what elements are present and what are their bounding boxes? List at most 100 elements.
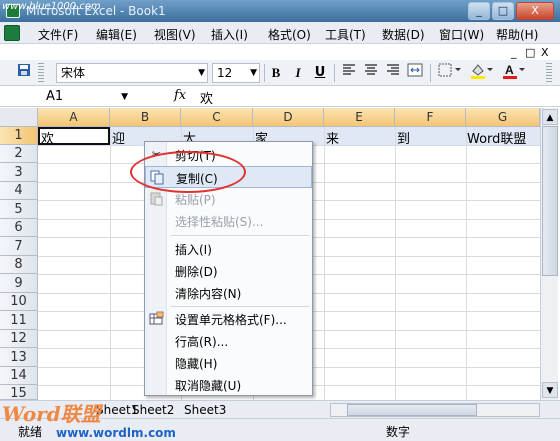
vertical-scrollbar[interactable]: ▲ ▼ (540, 108, 558, 400)
menu-help[interactable]: 帮助(H) (496, 26, 538, 43)
toolbar-divider (430, 64, 431, 82)
chevron-down-icon: ▼ (198, 68, 205, 78)
menu-item-delete[interactable]: 删除(D) (145, 260, 312, 282)
borders-icon[interactable] (436, 63, 464, 83)
column-header-g[interactable]: G (466, 108, 540, 127)
italic-button[interactable]: I (288, 63, 308, 83)
tab-sheet2[interactable]: Sheet2 (132, 403, 174, 417)
doc-restore-button[interactable]: □ (525, 46, 535, 59)
status-mode: 数字 (386, 425, 411, 439)
menu-data[interactable]: 数据(D) (382, 26, 425, 43)
chevron-down-icon: ▼ (250, 68, 257, 78)
menu-tools[interactable]: 工具(T) (325, 26, 366, 43)
scroll-up-icon[interactable]: ▲ (542, 109, 558, 125)
toolbar-divider (334, 64, 335, 82)
horizontal-scrollbar[interactable] (330, 403, 540, 417)
select-all-corner[interactable] (0, 108, 38, 127)
name-box[interactable]: A1 ▼ (36, 88, 132, 106)
menu-item-unhide[interactable]: 取消隐藏(U) (145, 374, 312, 396)
menu-item-format-cells[interactable]: 设置单元格格式(F)... (145, 308, 312, 330)
toolbar-divider (264, 64, 265, 82)
font-name-value: 宋体 (61, 66, 86, 80)
menu-item-row-height[interactable]: 行高(R)... (145, 330, 312, 352)
close-button[interactable]: X (516, 2, 554, 20)
name-box-value: A1 (46, 89, 64, 104)
row-header-2[interactable]: 2 (0, 145, 38, 163)
formatting-toolbar: 宋体 ▼ 12 ▼ B I U A (0, 60, 560, 86)
menu-window[interactable]: 窗口(W) (439, 26, 484, 43)
horizontal-scroll-thumb[interactable] (347, 404, 477, 416)
menu-item-label: 粘贴(P) (175, 193, 216, 207)
menu-item-hide[interactable]: 隐藏(H) (145, 352, 312, 374)
cell-g1[interactable]: Word联盟 (467, 128, 526, 147)
menu-item-paste-special[interactable]: 选择性粘贴(S)... (145, 210, 312, 232)
font-size-select[interactable]: 12 ▼ (212, 63, 260, 83)
merge-center-icon[interactable] (406, 63, 424, 83)
chevron-down-icon: ▼ (121, 92, 128, 102)
column-header-a[interactable]: A (38, 108, 110, 127)
toolbar-grip[interactable] (38, 63, 44, 83)
menu-item-label: 行高(R)... (175, 335, 229, 349)
formula-input[interactable]: 欢 (200, 88, 213, 107)
font-size-value: 12 (217, 66, 233, 80)
column-header-e[interactable]: E (324, 108, 395, 127)
align-right-icon[interactable] (384, 63, 402, 83)
minimize-button[interactable]: _ (468, 2, 490, 20)
tab-sheet3[interactable]: Sheet3 (184, 403, 226, 417)
site-url-watermark: www.wordlm.com (56, 426, 176, 440)
bold-button[interactable]: B (266, 63, 286, 83)
row-header-10[interactable]: 10 (0, 293, 38, 311)
menu-bar: 文件(F) 编辑(E) 视图(V) 插入(I) 格式(O) 工具(T) 数据(D… (0, 22, 560, 59)
row-header-12[interactable]: 12 (0, 330, 38, 348)
menu-item-label: 删除(D) (175, 265, 218, 279)
row-header-13[interactable]: 13 (0, 348, 38, 367)
column-header-d[interactable]: D (253, 108, 324, 127)
font-name-select[interactable]: 宋体 ▼ (56, 63, 208, 83)
cell-a1[interactable]: 欢 (41, 128, 54, 147)
row-header-14[interactable]: 14 (0, 367, 38, 385)
row-header-4[interactable]: 4 (0, 182, 38, 200)
menu-item-label: 清除内容(N) (175, 287, 242, 301)
row-header-5[interactable]: 5 (0, 200, 38, 219)
menu-file[interactable]: 文件(F) (38, 26, 78, 43)
column-header-b[interactable]: B (110, 108, 181, 127)
maximize-button[interactable]: □ (492, 2, 514, 20)
menu-item-insert[interactable]: 插入(I) (145, 238, 312, 260)
column-header-f[interactable]: F (395, 108, 466, 127)
format-cells-icon (149, 311, 164, 326)
row-header-11[interactable]: 11 (0, 311, 38, 330)
row-header-1[interactable]: 1 (0, 127, 38, 145)
insert-function-button[interactable]: fx (174, 88, 186, 103)
menu-insert[interactable]: 插入(I) (211, 26, 248, 43)
menu-item-label: 隐藏(H) (175, 357, 218, 371)
underline-button[interactable]: U (310, 63, 330, 83)
row-header-6[interactable]: 6 (0, 219, 38, 237)
workbook-icon[interactable] (4, 25, 20, 41)
row-header-3[interactable]: 3 (0, 163, 38, 182)
scroll-down-icon[interactable]: ▼ (542, 382, 558, 398)
save-icon[interactable] (14, 63, 34, 83)
fill-color-icon[interactable] (468, 63, 496, 83)
doc-minimize-button[interactable]: _ (511, 46, 517, 59)
menu-item-clear-contents[interactable]: 清除内容(N) (145, 282, 312, 304)
menu-view[interactable]: 视图(V) (154, 26, 196, 43)
font-color-icon[interactable]: A (500, 63, 528, 83)
formula-bar: A1 ▼ fx 欢 (0, 87, 560, 107)
align-center-icon[interactable] (362, 63, 380, 83)
cell-f1[interactable]: 到 (397, 128, 410, 147)
menu-format[interactable]: 格式(O) (268, 26, 311, 43)
toolbar-options-grip[interactable] (546, 63, 552, 83)
row-header-8[interactable]: 8 (0, 256, 38, 274)
column-header-c[interactable]: C (181, 108, 253, 127)
cell-e1[interactable]: 来 (326, 128, 339, 147)
row-header-7[interactable]: 7 (0, 237, 38, 256)
row-header-9[interactable]: 9 (0, 274, 38, 293)
gridline (466, 127, 467, 400)
cell-b1[interactable]: 迎 (112, 128, 125, 147)
align-left-icon[interactable] (340, 63, 358, 83)
title-watermark: www.blue1000.com (2, 1, 101, 12)
doc-close-button[interactable]: X (541, 46, 549, 59)
menu-divider (171, 235, 309, 236)
vertical-scroll-thumb[interactable] (542, 126, 558, 276)
menu-edit[interactable]: 编辑(E) (96, 26, 137, 43)
